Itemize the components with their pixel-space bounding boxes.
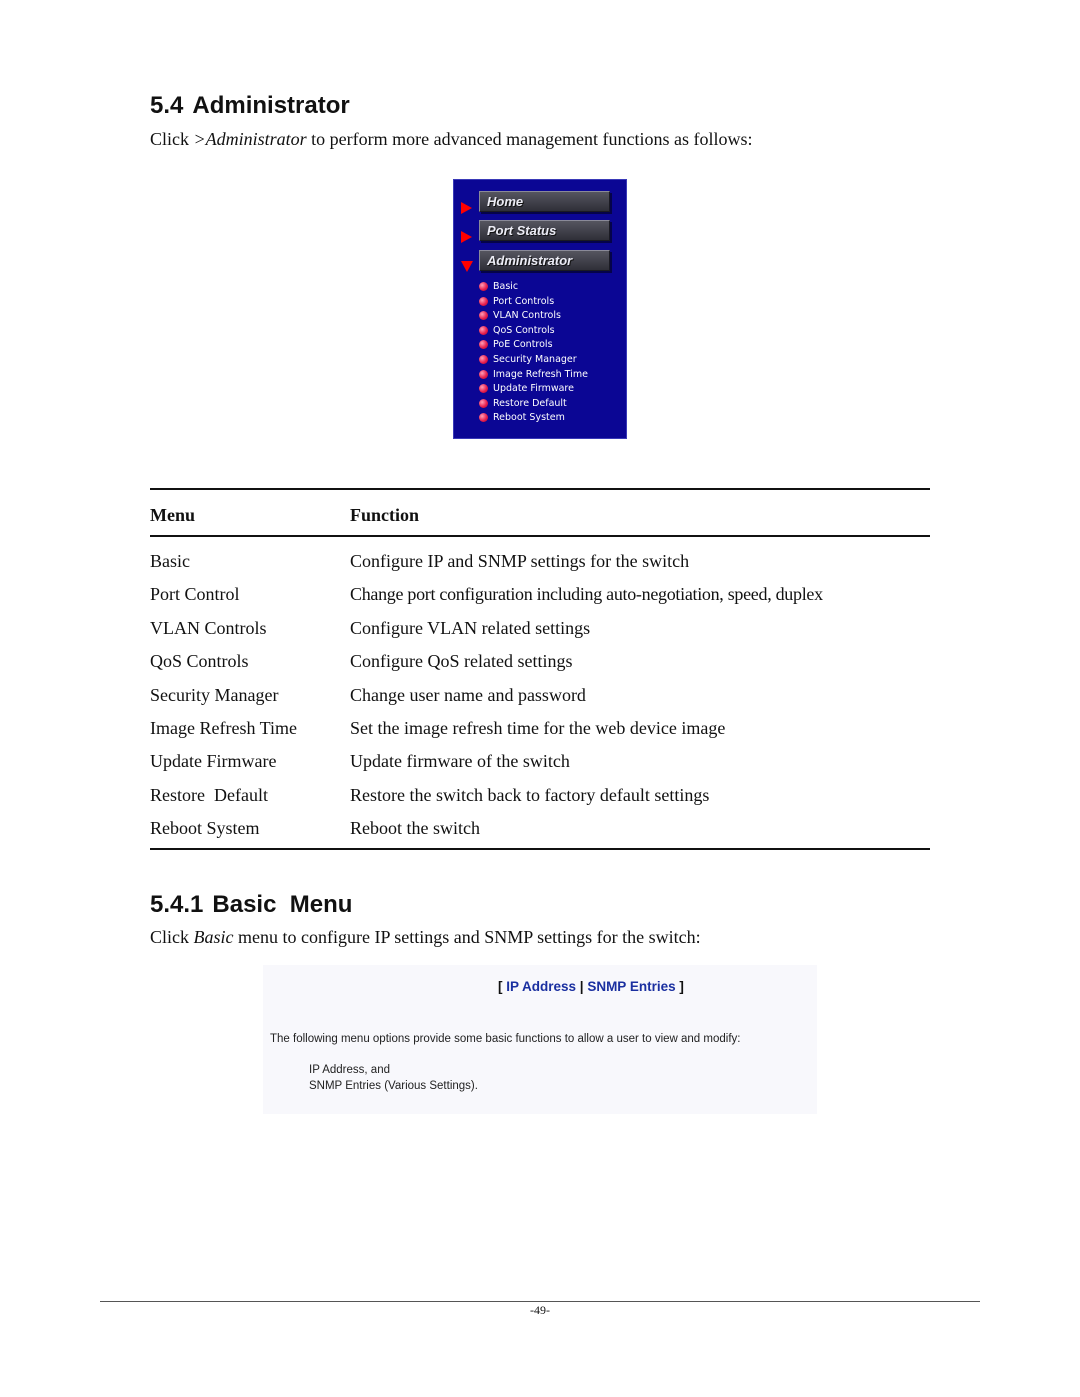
- section-title: Administrator: [192, 92, 350, 119]
- cell-menu: Port Control: [150, 584, 240, 604]
- cell-menu: Image Refresh Time: [150, 718, 297, 738]
- submenu-item-security-manager[interactable]: Security Manager: [478, 353, 588, 368]
- table-row: QoS Controls Configure QoS related settin…: [150, 651, 930, 684]
- table-header-menu: Menu: [150, 505, 195, 525]
- table-row: Update Firmware Update firmware of the sw…: [150, 751, 930, 784]
- bullet-icon: [479, 296, 488, 306]
- nav-row-home: Home: [454, 191, 626, 215]
- cell-menu: Basic: [150, 551, 190, 571]
- cell-menu: Update Firmware: [150, 751, 277, 771]
- subsection-heading: 5.4.1 Basic Menu: [150, 891, 352, 919]
- submenu-item-port-controls[interactable]: Port Controls: [478, 295, 588, 310]
- basic-option-snmp: SNMP Entries (Various Settings).: [309, 1080, 478, 1092]
- bullet-icon: [479, 413, 488, 423]
- submenu-label: Basic: [493, 281, 519, 292]
- basic-option-ip: IP Address, and: [309, 1064, 390, 1076]
- table-row: Restore Default Restore the switch back t…: [150, 785, 930, 818]
- bracket-close: ]: [675, 979, 684, 994]
- subsection-number: 5.4.1: [150, 891, 204, 918]
- subsection-intro: Click Basic menu to configure IP setting…: [150, 927, 701, 948]
- table-row: Image Refresh Time Set the image refresh …: [150, 718, 930, 751]
- table-top-rule: [150, 488, 930, 490]
- table-bottom-rule: [150, 848, 930, 850]
- cell-function: Restore the switch back to factory defau…: [350, 785, 710, 805]
- bracket-open: [: [498, 979, 507, 994]
- section-intro: Click >Administrator to perform more adv…: [150, 129, 753, 150]
- table-row: Reboot System Reboot the switch: [150, 818, 930, 851]
- intro-suffix: to perform more advanced management func…: [306, 129, 753, 149]
- snmp-entries-link[interactable]: SNMP Entries: [587, 979, 675, 994]
- intro-emphasis: >Administrator: [193, 129, 307, 149]
- admin-nav-panel: Home Port Status Administrator Basic Por…: [453, 179, 627, 439]
- table-header-function: Function: [350, 505, 420, 525]
- cell-function: Configure VLAN related settings: [350, 618, 591, 638]
- ip-address-link[interactable]: IP Address: [506, 979, 576, 994]
- cell-function: Configure IP and SNMP settings for the s…: [350, 551, 690, 571]
- nav-button-port-status[interactable]: Port Status: [479, 220, 610, 241]
- cell-menu: Restore Default: [150, 785, 268, 805]
- right-arrow-icon: [461, 231, 472, 243]
- submenu-item-poe-controls[interactable]: PoE Controls: [478, 338, 588, 353]
- section-heading: 5.4 Administrator: [150, 92, 350, 120]
- submenu-item-basic[interactable]: Basic: [478, 280, 588, 295]
- submenu-label: Restore Default: [493, 397, 567, 409]
- down-arrow-icon: [461, 261, 473, 272]
- link-separator: |: [576, 979, 588, 994]
- cell-function: Change port configuration including auto…: [350, 584, 823, 604]
- submenu-label: Image Refresh Time: [493, 368, 588, 380]
- admin-submenu: Basic Port Controls VLAN Controls QoS Co…: [478, 280, 588, 426]
- intro-suffix: menu to configure IP settings and SNMP s…: [233, 927, 701, 947]
- cell-menu: VLAN Controls: [150, 618, 267, 638]
- submenu-label: Update Firmware: [493, 383, 574, 395]
- table-row: Basic Configure IP and SNMP settings for …: [150, 551, 930, 584]
- submenu-label: PoE Controls: [493, 339, 553, 351]
- submenu-label: Port Controls: [493, 295, 555, 307]
- nav-button-home[interactable]: Home: [479, 191, 610, 212]
- cell-function: Update firmware of the switch: [350, 751, 570, 771]
- submenu-label: Security Manager: [493, 353, 577, 365]
- bullet-icon: [479, 384, 488, 394]
- submenu-item-vlan-controls[interactable]: VLAN Controls: [478, 309, 588, 324]
- intro-prefix: Click: [150, 927, 194, 947]
- cell-function: Reboot the switch: [350, 818, 480, 838]
- cell-function: Set the image refresh time for the web d…: [350, 718, 726, 738]
- basic-menu-screenshot: [ IP Address | SNMP Entries ] The follow…: [263, 965, 817, 1114]
- table-row: VLAN Controls Configure VLAN related sett…: [150, 618, 930, 651]
- submenu-item-update-firmware[interactable]: Update Firmware: [478, 382, 588, 397]
- nav-row-port-status: Port Status: [454, 220, 626, 244]
- intro-prefix: Click: [150, 129, 194, 149]
- submenu-label: QoS Controls: [493, 324, 555, 336]
- submenu-item-restore-default[interactable]: Restore Default: [478, 397, 588, 412]
- table-row: Security Manager Change user name and pas…: [150, 685, 930, 718]
- bullet-icon: [479, 282, 488, 291]
- submenu-label: Reboot System: [493, 412, 565, 424]
- cell-menu: Security Manager: [150, 685, 279, 705]
- submenu-label: VLAN Controls: [493, 310, 561, 322]
- nav-row-administrator: Administrator: [454, 250, 626, 274]
- cell-menu: QoS Controls: [150, 651, 249, 671]
- bullet-icon: [479, 369, 488, 379]
- bullet-icon: [479, 325, 488, 335]
- section-number: 5.4: [150, 92, 184, 119]
- bullet-icon: [479, 398, 488, 408]
- basic-menu-description: The following menu options provide some …: [270, 1033, 741, 1045]
- basic-menu-links: [ IP Address | SNMP Entries ]: [498, 979, 684, 994]
- cell-function: Configure QoS related settings: [350, 651, 573, 671]
- cell-function: Change user name and password: [350, 685, 586, 705]
- intro-emphasis: Basic: [193, 927, 234, 947]
- bullet-icon: [479, 311, 488, 321]
- cell-menu: Reboot System: [150, 818, 260, 838]
- bullet-icon: [479, 354, 488, 364]
- table-row: Port Control Change port configuration in…: [150, 584, 930, 617]
- footer-rule: [100, 1301, 980, 1302]
- nav-button-administrator[interactable]: Administrator: [479, 250, 610, 271]
- submenu-item-reboot-system[interactable]: Reboot System: [478, 411, 588, 426]
- page-number: -49-: [530, 1303, 550, 1317]
- submenu-item-qos-controls[interactable]: QoS Controls: [478, 324, 588, 339]
- submenu-item-image-refresh-time[interactable]: Image Refresh Time: [478, 368, 588, 383]
- subsection-title: Basic Menu: [212, 891, 353, 918]
- right-arrow-icon: [461, 202, 472, 214]
- bullet-icon: [479, 340, 488, 350]
- table-header-rule: [150, 535, 930, 537]
